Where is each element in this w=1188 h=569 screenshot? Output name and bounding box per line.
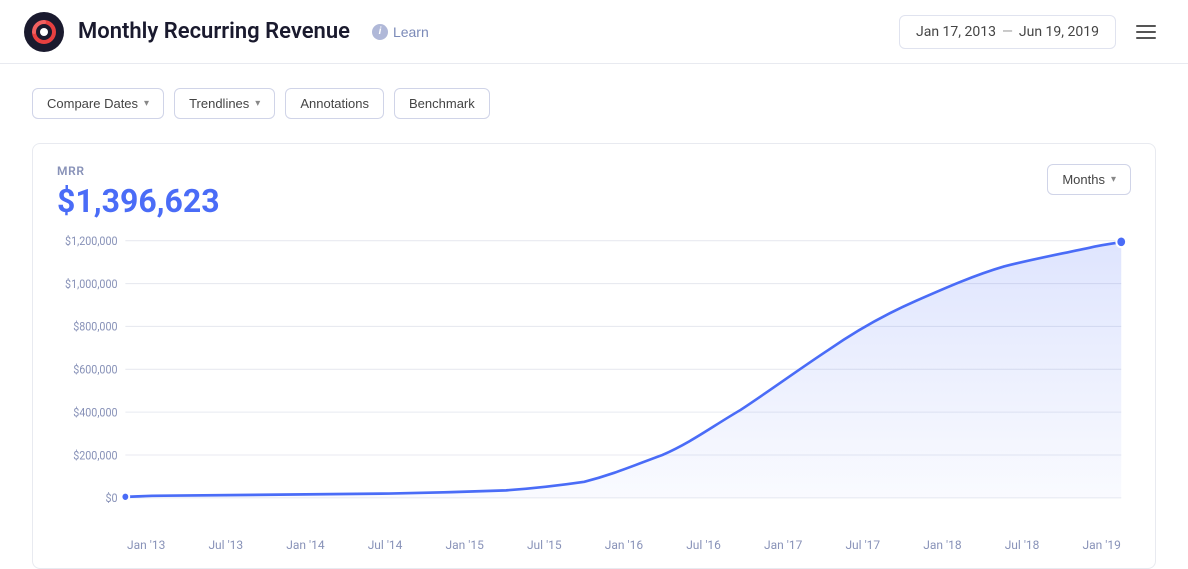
granularity-label: Months	[1062, 172, 1105, 187]
svg-text:$600,000: $600,000	[73, 363, 117, 377]
svg-text:$200,000: $200,000	[73, 449, 117, 463]
x-label-4: Jan '15	[446, 538, 484, 552]
compare-dates-button[interactable]: Compare Dates ▾	[32, 88, 164, 119]
compare-dates-chevron-icon: ▾	[144, 98, 149, 109]
trendlines-label: Trendlines	[189, 96, 249, 111]
date-separator: —	[1002, 24, 1013, 40]
x-label-5: Jul '15	[527, 538, 562, 552]
chart-header-left: MRR $1,396,623	[57, 164, 1047, 220]
main-content: Compare Dates ▾ Trendlines ▾ Annotations…	[0, 64, 1188, 569]
toolbar: Compare Dates ▾ Trendlines ▾ Annotations…	[32, 88, 1156, 119]
logo-icon	[24, 12, 64, 52]
svg-text:$400,000: $400,000	[73, 406, 117, 420]
x-label-12: Jan '19	[1083, 538, 1121, 552]
header: Monthly Recurring Revenue i Learn Jan 17…	[0, 0, 1188, 64]
compare-dates-label: Compare Dates	[47, 96, 138, 111]
x-label-11: Jul '18	[1005, 538, 1040, 552]
annotations-label: Annotations	[300, 96, 369, 111]
x-label-0: Jan '13	[127, 538, 165, 552]
learn-label: Learn	[393, 24, 429, 40]
metric-label: MRR	[57, 164, 1047, 178]
date-end: Jun 19, 2019	[1019, 24, 1099, 40]
x-label-1: Jul '13	[208, 538, 243, 552]
x-label-3: Jul '14	[368, 538, 403, 552]
benchmark-label: Benchmark	[409, 96, 475, 111]
mrr-chart: $1,200,000 $1,000,000 $800,000 $600,000 …	[57, 230, 1131, 530]
x-label-7: Jul '16	[686, 538, 721, 552]
hamburger-line-2	[1136, 31, 1156, 33]
svg-text:$1,200,000: $1,200,000	[65, 235, 117, 249]
x-label-2: Jan '14	[286, 538, 324, 552]
svg-text:$1,000,000: $1,000,000	[65, 277, 117, 291]
date-range-picker[interactable]: Jan 17, 2013 — Jun 19, 2019	[899, 15, 1116, 49]
benchmark-button[interactable]: Benchmark	[394, 88, 490, 119]
chart-section: MRR $1,396,623 Months ▾	[32, 143, 1156, 569]
learn-button[interactable]: i Learn	[364, 20, 437, 44]
hamburger-line-1	[1136, 25, 1156, 27]
info-icon: i	[372, 24, 388, 40]
granularity-dropdown[interactable]: Months ▾	[1047, 164, 1131, 195]
trendlines-chevron-icon: ▾	[255, 98, 260, 109]
hamburger-menu-button[interactable]	[1128, 17, 1164, 47]
trendlines-button[interactable]: Trendlines ▾	[174, 88, 275, 119]
hamburger-line-3	[1136, 37, 1156, 39]
x-axis-labels: Jan '13 Jul '13 Jan '14 Jul '14 Jan '15 …	[57, 530, 1131, 568]
page-title: Monthly Recurring Revenue	[78, 19, 350, 44]
annotations-button[interactable]: Annotations	[285, 88, 384, 119]
chart-header: MRR $1,396,623 Months ▾	[57, 164, 1131, 220]
chart-wrapper: $1,200,000 $1,000,000 $800,000 $600,000 …	[57, 230, 1131, 530]
metric-value: $1,396,623	[57, 182, 1047, 220]
x-label-6: Jan '16	[605, 538, 643, 552]
x-label-10: Jan '18	[923, 538, 961, 552]
app-container: Monthly Recurring Revenue i Learn Jan 17…	[0, 0, 1188, 569]
svg-text:$0: $0	[105, 492, 117, 506]
date-start: Jan 17, 2013	[916, 24, 996, 40]
svg-text:$800,000: $800,000	[73, 320, 117, 334]
x-label-8: Jan '17	[764, 538, 802, 552]
granularity-chevron-icon: ▾	[1111, 174, 1116, 185]
x-label-9: Jul '17	[845, 538, 880, 552]
